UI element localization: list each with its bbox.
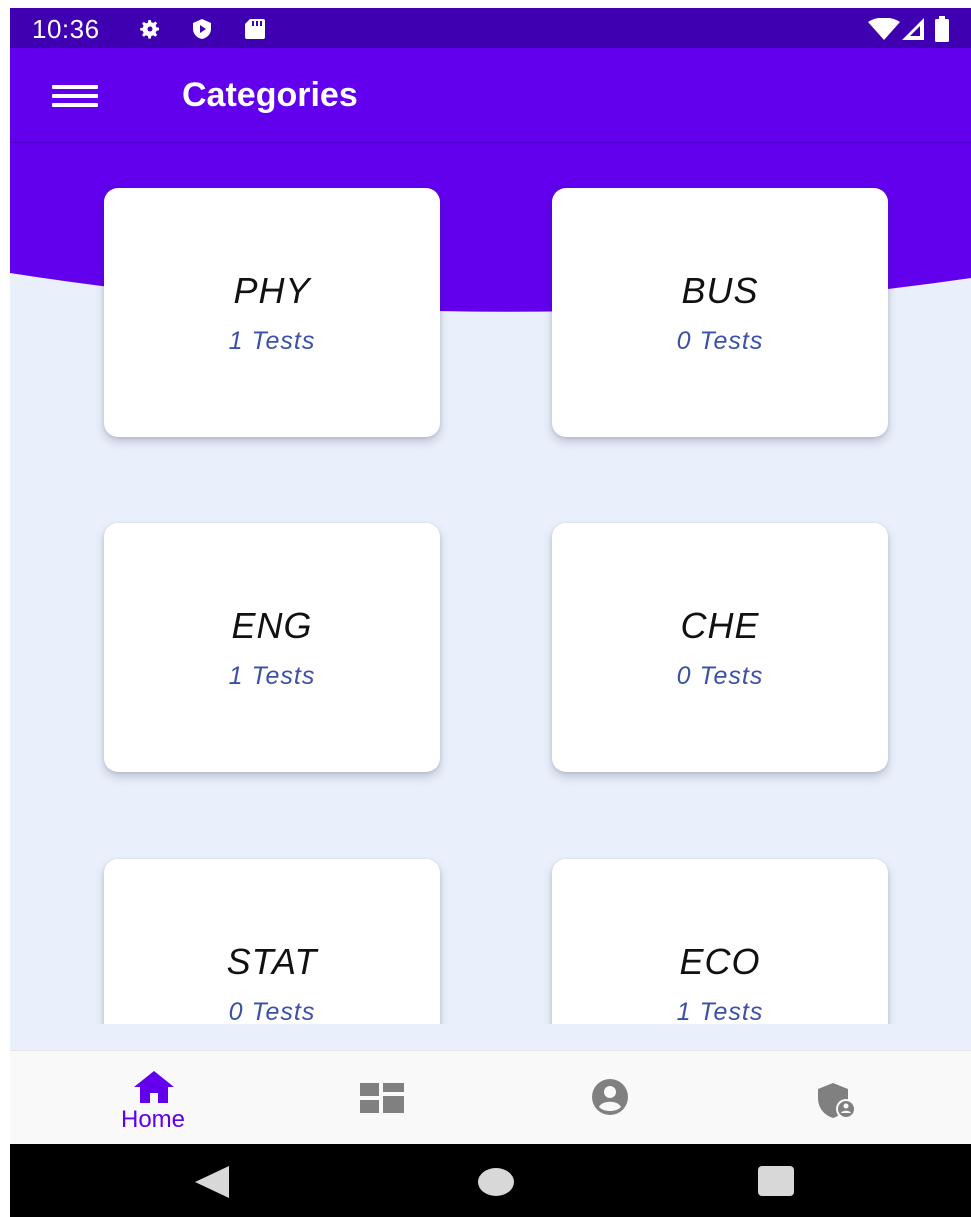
nav-item-account[interactable] — [519, 1051, 699, 1145]
recents-square-icon[interactable] — [758, 1166, 794, 1196]
dashboard-icon — [360, 1083, 404, 1113]
signal-icon — [902, 18, 924, 40]
category-card-che[interactable]: CHE 0 Tests — [552, 523, 888, 772]
app-bar: Categories — [10, 48, 971, 143]
category-test-count: 0 Tests — [228, 998, 316, 1024]
category-grid[interactable]: PHY 1 Tests BUS 0 Tests ENG 1 Tests CHE … — [10, 142, 971, 1024]
page-title: Categories — [182, 76, 358, 114]
hamburger-menu-icon[interactable] — [52, 85, 98, 107]
category-test-count: 1 Tests — [676, 998, 764, 1024]
category-card-eng[interactable]: ENG 1 Tests — [104, 523, 440, 772]
account-circle-icon — [592, 1079, 628, 1115]
gear-icon — [140, 20, 159, 39]
nav-label-home: Home — [120, 1106, 186, 1133]
system-navigation-bar — [10, 1144, 971, 1217]
category-card-bus[interactable]: BUS 0 Tests — [552, 188, 888, 437]
app-screen: 10:36 Categories PHY 1 Tests BUS 0 Tests… — [10, 8, 971, 1217]
category-test-count: 0 Tests — [676, 662, 764, 690]
home-icon — [134, 1071, 174, 1103]
category-card-phy[interactable]: PHY 1 Tests — [104, 188, 440, 437]
nav-item-admin[interactable] — [746, 1051, 926, 1145]
nav-item-dashboard[interactable] — [292, 1051, 472, 1145]
category-name: ENG — [231, 605, 313, 646]
status-time: 10:36 — [32, 14, 100, 44]
category-test-count: 1 Tests — [228, 327, 316, 355]
battery-icon — [935, 16, 949, 42]
bottom-navigation: Home — [10, 1050, 971, 1145]
wifi-icon — [868, 18, 900, 40]
category-name: PHY — [233, 270, 311, 311]
category-name: CHE — [680, 605, 760, 646]
category-name: BUS — [681, 270, 759, 311]
category-card-stat[interactable]: STAT 0 Tests — [104, 859, 440, 1024]
category-test-count: 1 Tests — [228, 662, 316, 690]
status-bar: 10:36 — [10, 8, 971, 48]
nav-item-home[interactable]: Home — [63, 1051, 243, 1145]
sd-card-icon — [245, 19, 265, 39]
category-test-count: 0 Tests — [676, 327, 764, 355]
category-card-eco[interactable]: ECO 1 Tests — [552, 859, 888, 1024]
category-name: STAT — [226, 941, 318, 982]
back-triangle-icon[interactable] — [195, 1166, 229, 1198]
category-name: ECO — [679, 941, 761, 982]
shield-play-icon — [193, 19, 211, 39]
home-circle-icon[interactable] — [478, 1167, 514, 1197]
admin-shield-icon — [818, 1083, 856, 1119]
